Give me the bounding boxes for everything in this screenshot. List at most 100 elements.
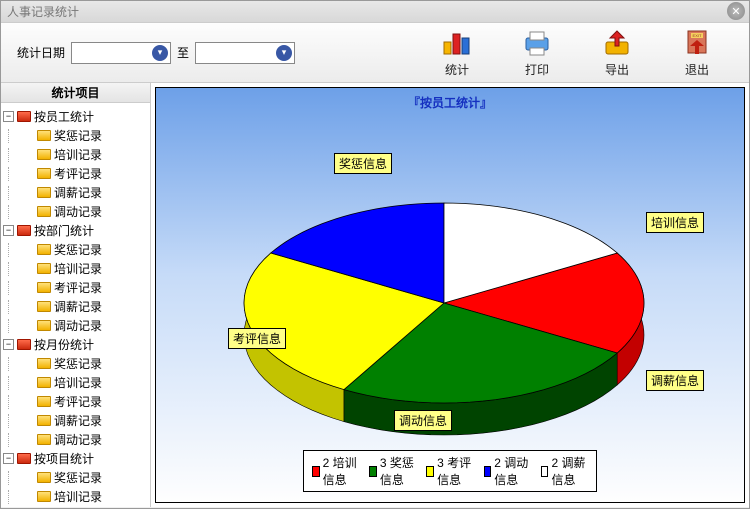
legend-swatch bbox=[541, 466, 549, 477]
tree-group-label: 按员工统计 bbox=[34, 108, 94, 125]
app-window: 人事记录统计 ✕ 统计日期 ▾ 至 ▾ 统计 打印 bbox=[0, 0, 750, 509]
tree-item[interactable]: 调薪记录 bbox=[3, 183, 148, 202]
window-title: 人事记录统计 bbox=[7, 3, 79, 20]
tree-item[interactable]: 考评记录 bbox=[3, 506, 148, 507]
folder-icon bbox=[37, 244, 51, 255]
folder-icon bbox=[37, 396, 51, 407]
chart-icon bbox=[441, 27, 473, 59]
chart-legend: 2 培训信息3 奖惩信息3 考评信息2 调动信息2 调薪信息 bbox=[303, 450, 597, 492]
folder-icon bbox=[17, 225, 31, 236]
folder-icon bbox=[37, 377, 51, 388]
tree-item-label: 考评记录 bbox=[54, 279, 102, 296]
slice-label-train: 培训信息 bbox=[646, 212, 704, 233]
tree-item[interactable]: 考评记录 bbox=[3, 278, 148, 297]
sidebar: 统计项目 −按员工统计奖惩记录培训记录考评记录调薪记录调动记录−按部门统计奖惩记… bbox=[1, 83, 151, 507]
tree-item-label: 培训记录 bbox=[54, 146, 102, 163]
tree-item-label: 考评记录 bbox=[54, 165, 102, 182]
print-button[interactable]: 打印 bbox=[513, 27, 561, 78]
tree-item-label: 调薪记录 bbox=[54, 184, 102, 201]
folder-icon bbox=[37, 434, 51, 445]
slice-label-eval: 考评信息 bbox=[228, 328, 286, 349]
collapse-icon[interactable]: − bbox=[3, 339, 14, 350]
tree-item-label: 培训记录 bbox=[54, 260, 102, 277]
exit-button[interactable]: EXIT 退出 bbox=[673, 27, 721, 78]
chart-canvas: 『按员工统计』 奖惩信息 培训信息 调薪信息 调动信息 考评信息 2 培训信息3… bbox=[155, 87, 745, 503]
stat-button[interactable]: 统计 bbox=[433, 27, 481, 78]
legend-item: 3 考评信息 bbox=[426, 454, 473, 488]
body: 统计项目 −按员工统计奖惩记录培训记录考评记录调薪记录调动记录−按部门统计奖惩记… bbox=[1, 83, 749, 507]
date-range: 统计日期 ▾ 至 ▾ bbox=[17, 42, 295, 64]
tree-item[interactable]: 奖惩记录 bbox=[3, 468, 148, 487]
collapse-icon[interactable]: − bbox=[3, 111, 14, 122]
tree-group-label: 按项目统计 bbox=[34, 450, 94, 467]
tree-item[interactable]: 培训记录 bbox=[3, 373, 148, 392]
tree-item[interactable]: 培训记录 bbox=[3, 145, 148, 164]
folder-icon bbox=[37, 263, 51, 274]
tree-item[interactable]: 调动记录 bbox=[3, 202, 148, 221]
tree-item[interactable]: 培训记录 bbox=[3, 487, 148, 506]
chart-title: 『按员工统计』 bbox=[156, 88, 744, 111]
tree-item[interactable]: 奖惩记录 bbox=[3, 240, 148, 259]
tree-item[interactable]: 考评记录 bbox=[3, 392, 148, 411]
chart-area: 『按员工统计』 奖惩信息 培训信息 调薪信息 调动信息 考评信息 2 培训信息3… bbox=[151, 83, 749, 507]
tree-group[interactable]: − 按员工统计 bbox=[3, 107, 148, 126]
folder-icon bbox=[17, 111, 31, 122]
export-button[interactable]: 导出 bbox=[593, 27, 641, 78]
exit-label: 退出 bbox=[685, 61, 709, 78]
date-from-input[interactable]: ▾ bbox=[71, 42, 171, 64]
collapse-icon[interactable]: − bbox=[3, 225, 14, 236]
tree-item-label: 调动记录 bbox=[54, 203, 102, 220]
legend-swatch bbox=[426, 466, 434, 477]
chevron-down-icon[interactable]: ▾ bbox=[152, 45, 168, 61]
tree-item[interactable]: 奖惩记录 bbox=[3, 126, 148, 145]
tree-item[interactable]: 调薪记录 bbox=[3, 297, 148, 316]
legend-text: 2 培训信息 bbox=[323, 454, 360, 488]
folder-icon bbox=[37, 415, 51, 426]
close-icon[interactable]: ✕ bbox=[727, 2, 745, 20]
folder-icon bbox=[37, 282, 51, 293]
legend-swatch bbox=[369, 466, 377, 477]
tree-item[interactable]: 奖惩记录 bbox=[3, 354, 148, 373]
slice-label-move: 调动信息 bbox=[394, 410, 452, 431]
folder-icon bbox=[37, 301, 51, 312]
tree-group-label: 按部门统计 bbox=[34, 222, 94, 239]
tree-item[interactable]: 调薪记录 bbox=[3, 411, 148, 430]
export-label: 导出 bbox=[605, 61, 629, 78]
date-to-input[interactable]: ▾ bbox=[195, 42, 295, 64]
legend-swatch bbox=[312, 466, 320, 477]
print-label: 打印 bbox=[525, 61, 549, 78]
toolbar: 统计日期 ▾ 至 ▾ 统计 打印 导出 bbox=[1, 23, 749, 83]
folder-icon bbox=[37, 358, 51, 369]
folder-icon bbox=[37, 320, 51, 331]
tree-item[interactable]: 调动记录 bbox=[3, 430, 148, 449]
tree-item-label: 奖惩记录 bbox=[54, 469, 102, 486]
tree-group[interactable]: − 按部门统计 bbox=[3, 221, 148, 240]
tree-item[interactable]: 考评记录 bbox=[3, 164, 148, 183]
legend-item: 3 奖惩信息 bbox=[369, 454, 416, 488]
tree-item[interactable]: 培训记录 bbox=[3, 259, 148, 278]
sidebar-header: 统计项目 bbox=[1, 83, 150, 103]
titlebar: 人事记录统计 ✕ bbox=[1, 1, 749, 23]
tree-item-label: 奖惩记录 bbox=[54, 241, 102, 258]
tree-item-label: 培训记录 bbox=[54, 488, 102, 505]
tree-item-label: 考评记录 bbox=[54, 393, 102, 410]
tree-group[interactable]: − 按月份统计 bbox=[3, 335, 148, 354]
tree-item-label: 调动记录 bbox=[54, 317, 102, 334]
collapse-icon[interactable]: − bbox=[3, 453, 14, 464]
tree-item[interactable]: 调动记录 bbox=[3, 316, 148, 335]
chevron-down-icon[interactable]: ▾ bbox=[276, 45, 292, 61]
legend-item: 2 调薪信息 bbox=[541, 454, 588, 488]
date-to-label: 至 bbox=[177, 44, 189, 61]
export-icon bbox=[601, 27, 633, 59]
folder-icon bbox=[37, 149, 51, 160]
folder-icon bbox=[17, 339, 31, 350]
svg-text:EXIT: EXIT bbox=[693, 33, 702, 38]
tree-group[interactable]: − 按项目统计 bbox=[3, 449, 148, 468]
tree-group-label: 按月份统计 bbox=[34, 336, 94, 353]
tree[interactable]: −按员工统计奖惩记录培训记录考评记录调薪记录调动记录−按部门统计奖惩记录培训记录… bbox=[1, 103, 150, 507]
date-label: 统计日期 bbox=[17, 44, 65, 61]
folder-icon bbox=[37, 472, 51, 483]
tree-item-label: 奖惩记录 bbox=[54, 127, 102, 144]
tree-item-label: 调薪记录 bbox=[54, 412, 102, 429]
folder-icon bbox=[37, 491, 51, 502]
